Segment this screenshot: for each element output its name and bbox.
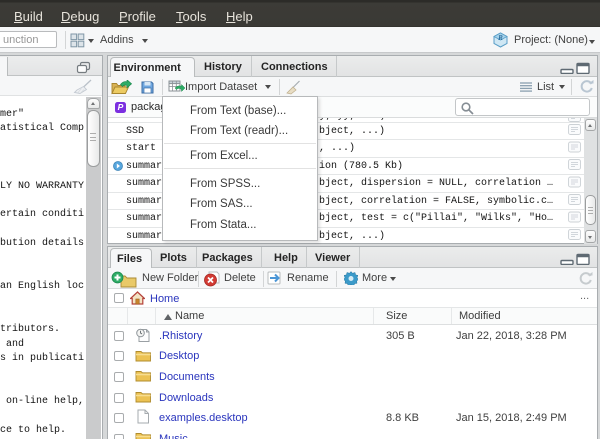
svg-text:R: R [497,34,503,42]
